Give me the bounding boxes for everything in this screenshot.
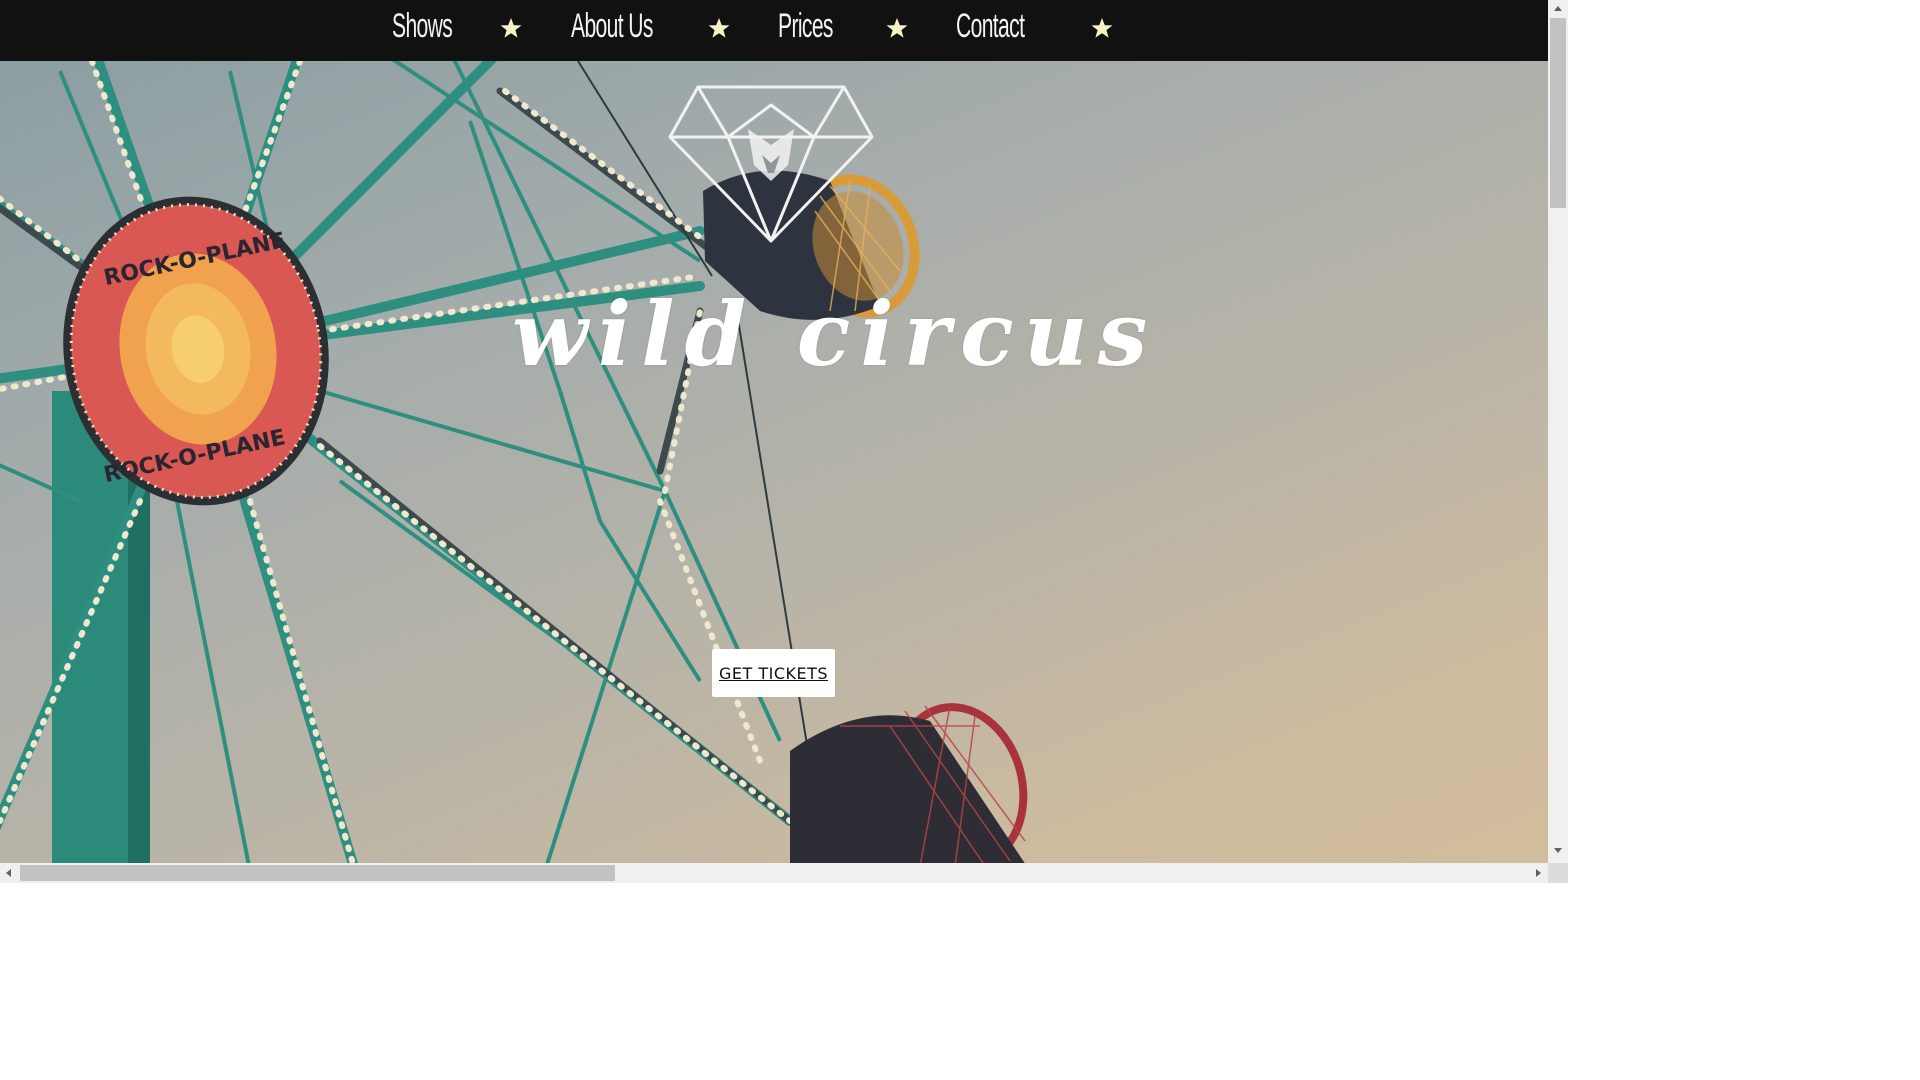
star-icon [500, 18, 522, 38]
scroll-up-arrow-icon[interactable] [1554, 6, 1562, 11]
hero-title: wild circus [512, 282, 1158, 386]
horizontal-scrollbar[interactable] [0, 863, 1548, 883]
nav-prices[interactable]: Prices [778, 0, 833, 52]
diamond-lion-icon [668, 85, 874, 243]
nav-contact[interactable]: Contact [956, 0, 1025, 52]
scrollbar-corner [1548, 863, 1568, 883]
hero-section: ROCK-O-PLANE ROCK-O-PLANE wild circus GE… [0, 61, 1548, 863]
gondola-red [790, 703, 1028, 863]
top-nav: Shows About Us Prices Contact [0, 0, 1548, 61]
vertical-scroll-thumb[interactable] [1550, 18, 1566, 208]
nav-about-us[interactable]: About Us [571, 0, 653, 52]
vertical-scrollbar[interactable] [1548, 0, 1568, 863]
star-icon [886, 18, 908, 38]
star-icon [708, 18, 730, 38]
browser-viewport: Shows About Us Prices Contact ROCK-O-PLA… [0, 0, 1548, 863]
get-tickets-button[interactable]: GET TICKETS [712, 649, 835, 697]
scroll-right-arrow-icon[interactable] [1536, 869, 1541, 877]
scroll-left-arrow-icon[interactable] [6, 869, 11, 877]
star-icon [1091, 18, 1113, 38]
horizontal-scroll-thumb[interactable] [20, 865, 615, 881]
nav-shows[interactable]: Shows [392, 0, 453, 52]
scroll-down-arrow-icon[interactable] [1554, 848, 1562, 853]
